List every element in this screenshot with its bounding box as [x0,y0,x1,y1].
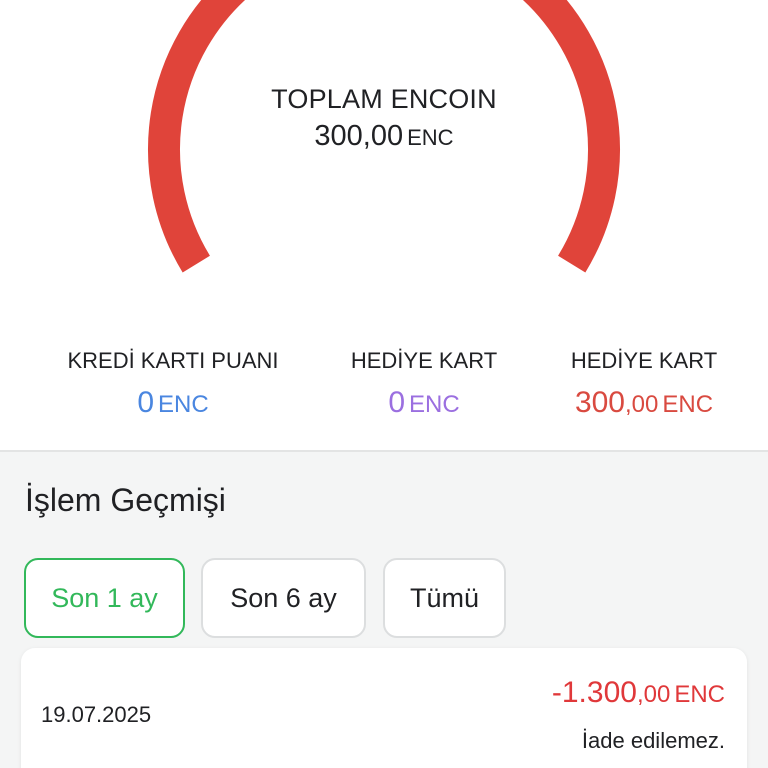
transaction-note: İade edilemez. [581,728,725,753]
stat-label: HEDİYE KART [350,348,498,373]
balance-panel: TOPLAM ENCOIN 300,00 ENC KREDİ KARTI PUAN… [0,0,768,452]
total-encoin-title: TOPLAM ENCOIN [271,84,497,114]
stat-value: 0 ENC [296,386,552,420]
stat-value-unit: ENC [662,391,714,418]
stat-value-int: 300 [574,386,625,419]
stat-value-unit: ENC [409,391,460,418]
stat-value-dec: ,00 [625,391,659,418]
stat-value-unit: ENC [158,391,209,418]
stat-value-int: 0 [388,386,405,419]
total-encoin-amount: 300,00 [314,120,404,152]
transaction-amount-int: -1.300 [551,676,637,709]
stat-label: HEDİYE KART [570,348,718,373]
transaction-amount-dec: ,00 [636,681,671,708]
filter-all-button[interactable]: Tümü [383,558,506,638]
stat-value-int: 0 [137,386,154,419]
stat-label: KREDİ KARTI PUANI [67,348,279,373]
stat-value: 300,00 ENC [516,386,768,420]
stat-gift-card-1: HEDİYE KART 0 ENC [296,348,552,420]
total-encoin-value: 300,00 ENC [0,120,768,153]
transaction-date: 19.07.2025 [41,702,152,727]
total-encoin-unit: ENC [407,125,454,150]
stat-credit-card-points: KREDİ KARTI PUANI 0 ENC [45,348,301,420]
stat-value: 0 ENC [45,386,301,420]
transaction-card[interactable]: 19.07.2025 -1.300,00 ENC İade edilemez. [21,648,747,768]
transaction-amount-unit: ENC [674,681,725,708]
filter-last-6-months-button[interactable]: Son 6 ay [201,558,366,638]
stat-gift-card-2: HEDİYE KART 300,00 ENC [516,348,768,420]
transaction-history-title: İşlem Geçmişi [25,482,226,518]
filter-last-1-month-button[interactable]: Son 1 ay [24,558,185,638]
transaction-amount: -1.300,00 ENC [552,676,725,710]
